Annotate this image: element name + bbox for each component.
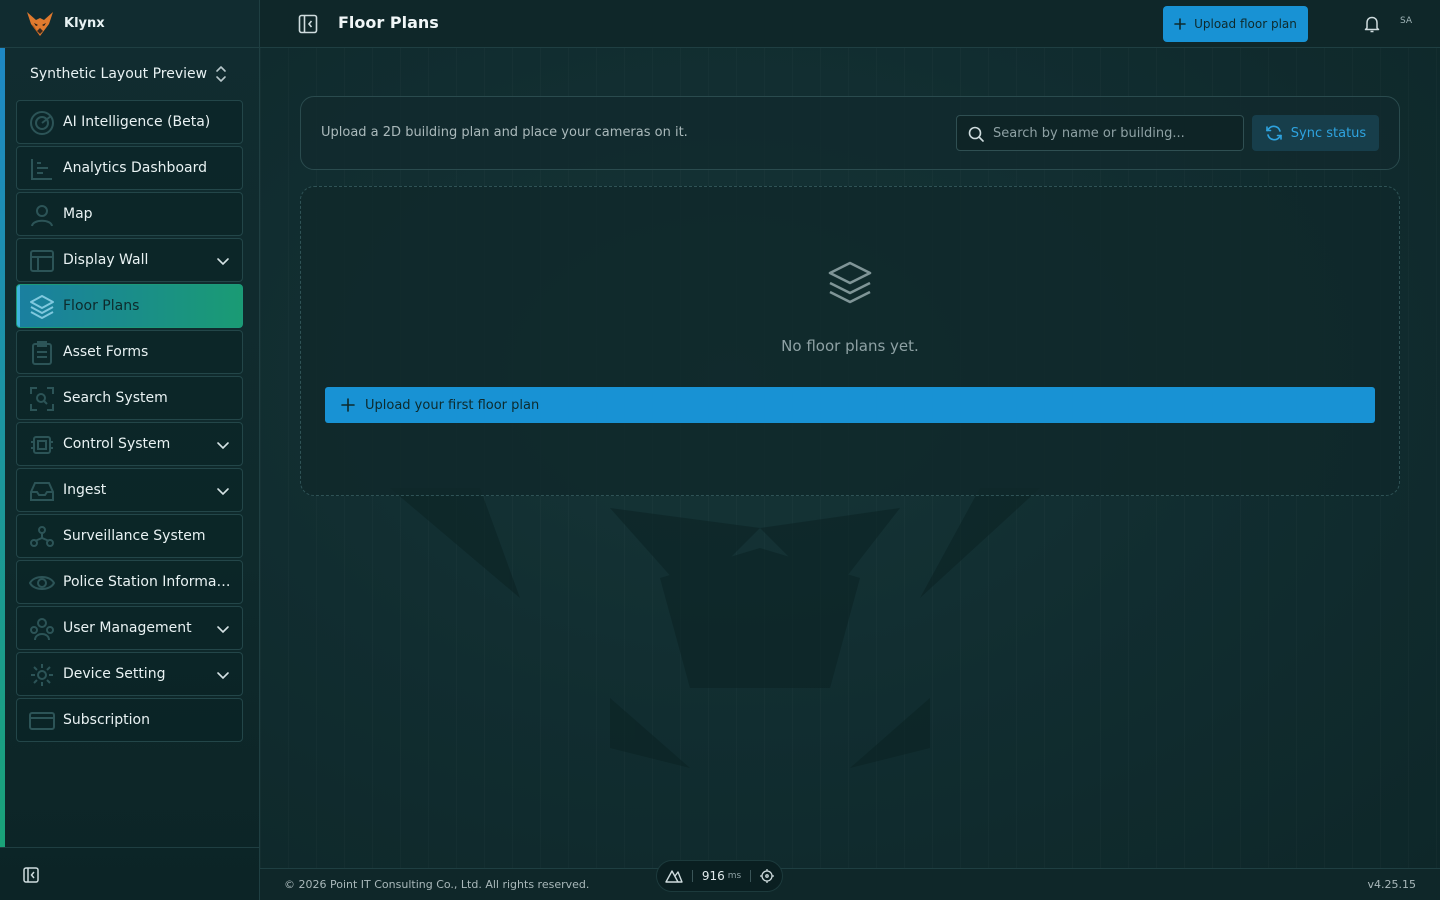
fox-logo-icon (27, 11, 53, 36)
sidebar-item-subscription[interactable]: Subscription (16, 698, 243, 742)
layout-icon (30, 250, 54, 272)
sidebar-item-label: AI Intelligence (Beta) (63, 114, 211, 130)
upload-floor-plan-label: Upload floor plan (1194, 17, 1297, 31)
panel-toggle-icon[interactable] (298, 14, 318, 34)
upload-first-floor-plan-button[interactable]: Upload your first floor plan (325, 387, 1375, 423)
avatar[interactable]: SA (1400, 16, 1412, 26)
page-title: Floor Plans (338, 13, 439, 32)
upload-first-floor-plan-label: Upload your first floor plan (365, 397, 540, 413)
top-header: Floor Plans Upload floor plan SA (260, 0, 1440, 48)
upload-floor-plan-button[interactable]: Upload floor plan (1163, 6, 1308, 42)
page-footer: © 2026 Point IT Consulting Co., Ltd. All… (260, 868, 1440, 900)
sidebar-item-label: Police Station Informati... (63, 574, 231, 590)
sidebar-item-label: Floor Plans (63, 298, 140, 314)
brand-name: Klynx (64, 16, 105, 31)
sidebar-item-display-wall[interactable]: Display Wall (16, 238, 243, 282)
sidebar-collapse-icon[interactable] (23, 867, 39, 883)
layers-icon (828, 261, 872, 304)
plus-icon (341, 398, 355, 412)
chevron-down-icon (217, 258, 229, 266)
radar-icon (30, 111, 54, 135)
workspace-name: Synthetic Layout Preview (30, 66, 208, 82)
toolbar-hint: Upload a 2D building plan and place your… (321, 125, 688, 140)
latency-indicator[interactable]: 916 ms (656, 860, 783, 892)
sidebar-nav: AI Intelligence (Beta) Analytics Dashboa… (16, 100, 243, 744)
toolbar-card: Upload a 2D building plan and place your… (300, 96, 1400, 170)
sidebar-item-control-system[interactable]: Control System (16, 422, 243, 466)
sidebar-accent-strip (0, 48, 5, 848)
sidebar-item-asset-forms[interactable]: Asset Forms (16, 330, 243, 374)
gear-icon (31, 664, 53, 686)
sidebar-item-label: Display Wall (63, 252, 149, 268)
sidebar-item-map[interactable]: Map (16, 192, 243, 236)
empty-state-message: No floor plans yet. (781, 337, 919, 355)
latency-value: 916 (701, 869, 725, 883)
sidebar-item-ai-intelligence[interactable]: AI Intelligence (Beta) (16, 100, 243, 144)
empty-state-card: No floor plans yet. Upload your first fl… (300, 186, 1400, 496)
chevron-down-icon (217, 626, 229, 634)
sidebar-item-label: Subscription (63, 712, 150, 728)
bell-icon[interactable] (1364, 15, 1380, 33)
sidebar-item-label: Search System (63, 390, 168, 406)
sidebar-item-police-station[interactable]: Police Station Informati... (16, 560, 243, 604)
latency-unit: ms (727, 871, 742, 881)
brand[interactable]: Klynx (0, 0, 259, 48)
sidebar-item-label: User Management (63, 620, 192, 636)
scan-search-icon (30, 387, 54, 411)
sidebar-item-label: Asset Forms (63, 344, 149, 360)
chevron-down-icon (217, 442, 229, 450)
chevron-down-icon (217, 672, 229, 680)
sidebar-item-label: Map (63, 206, 93, 222)
search-icon (968, 126, 984, 142)
cpu-icon (31, 436, 53, 454)
credit-card-icon (29, 712, 55, 730)
plus-icon (1174, 18, 1186, 30)
sync-status-button[interactable]: Sync status (1252, 115, 1379, 151)
sidebar-item-label: Device Setting (63, 666, 166, 682)
main-content: Upload a 2D building plan and place your… (260, 48, 1440, 868)
sidebar-item-label: Surveillance System (63, 528, 206, 544)
copyright-text: © 2026 Point IT Consulting Co., Ltd. All… (284, 878, 590, 891)
sidebar-item-label: Control System (63, 436, 171, 452)
sidebar-item-user-management[interactable]: User Management (16, 606, 243, 650)
clipboard-icon (32, 341, 52, 365)
sidebar-item-analytics-dashboard[interactable]: Analytics Dashboard (16, 146, 243, 190)
sidebar-item-label: Ingest (63, 482, 107, 498)
sidebar-footer (0, 847, 260, 900)
sidebar-item-ingest[interactable]: Ingest (16, 468, 243, 512)
sidebar-item-label: Analytics Dashboard (63, 160, 207, 176)
map-pin-icon (31, 205, 53, 227)
chevron-down-icon (217, 488, 229, 496)
mountain-icon (665, 870, 683, 883)
sync-status-label: Sync status (1290, 125, 1367, 141)
crosshair-icon (760, 869, 775, 883)
divider (750, 870, 752, 882)
divider (691, 870, 693, 882)
chevrons-up-down-icon (216, 66, 226, 82)
sidebar-item-search-system[interactable]: Search System (16, 376, 243, 420)
layers-icon (30, 295, 54, 319)
sidebar-item-surveillance-system[interactable]: Surveillance System (16, 514, 243, 558)
chart-icon (31, 159, 52, 180)
background-fox-watermark (390, 488, 1040, 768)
network-icon (30, 526, 54, 547)
inbox-icon (30, 482, 54, 501)
search-input[interactable] (993, 116, 1233, 150)
search-box[interactable] (956, 115, 1244, 151)
refresh-icon (1265, 125, 1282, 141)
version-text: v4.25.15 (1367, 878, 1417, 891)
sidebar: Klynx Synthetic Layout Preview AI Intell… (0, 0, 260, 900)
users-icon (30, 618, 54, 641)
sidebar-item-floor-plans[interactable]: Floor Plans (16, 284, 243, 328)
sidebar-item-device-setting[interactable]: Device Setting (16, 652, 243, 696)
workspace-switcher[interactable]: Synthetic Layout Preview (16, 56, 243, 92)
eye-icon (29, 576, 55, 590)
